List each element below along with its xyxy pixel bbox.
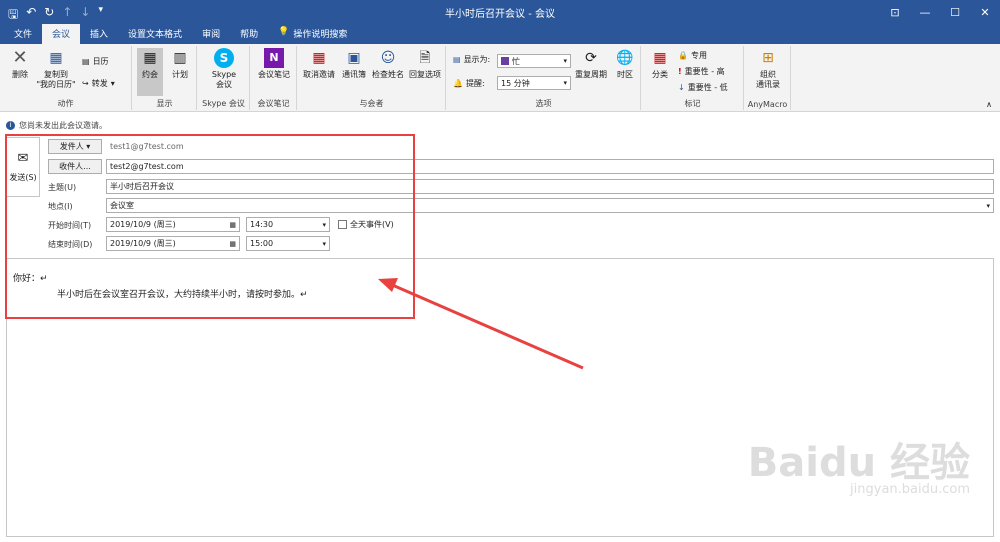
baidu-watermark: Baidu 经验 xyxy=(747,440,970,486)
baidu-watermark-url: jingyan.baidu.com xyxy=(850,482,970,497)
